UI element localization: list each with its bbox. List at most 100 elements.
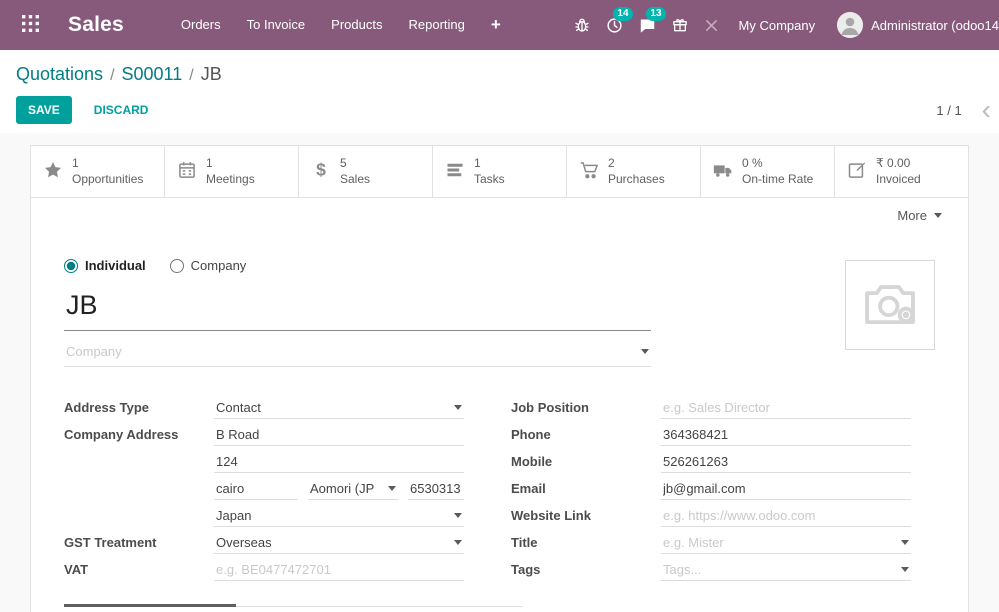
stat-label: Tasks: [474, 172, 505, 188]
avatar[interactable]: [837, 12, 863, 38]
state-value: Aomori (JP: [310, 481, 374, 496]
right-column: Job Position Phone Mobile Email: [511, 394, 911, 583]
odoo-window: Sales Orders To Invoice Products Reporti…: [0, 0, 999, 612]
apps-menu-button[interactable]: [12, 15, 48, 35]
stat-value: 1: [474, 156, 505, 172]
menu-products[interactable]: Products: [318, 0, 395, 50]
stat-value: 0 %: [742, 156, 813, 172]
app-menu: Orders To Invoice Products Reporting +: [168, 0, 514, 50]
radio-company-input[interactable]: [170, 259, 184, 273]
calendar-icon: [177, 160, 197, 183]
state-select[interactable]: Aomori (JP: [308, 478, 398, 500]
menu-to-invoice[interactable]: To Invoice: [234, 0, 319, 50]
stat-value: 1: [206, 156, 255, 172]
address-type-select[interactable]: Contact: [214, 397, 464, 419]
vat-input[interactable]: [214, 559, 464, 581]
phone-input[interactable]: [661, 424, 911, 446]
gift-button[interactable]: [664, 0, 696, 50]
menu-reporting[interactable]: Reporting: [395, 0, 477, 50]
job-position-input[interactable]: [661, 397, 911, 419]
field-label-mobile: Mobile: [511, 454, 661, 469]
field-label-title: Title: [511, 535, 661, 550]
gst-treatment-value: Overseas: [216, 535, 272, 550]
breadcrumb-record[interactable]: S00011: [122, 64, 183, 85]
company-select[interactable]: Company: [64, 339, 651, 367]
chevron-down-icon: [454, 540, 462, 545]
chevron-down-icon: [934, 213, 942, 218]
company-type-radios: Individual Company: [64, 258, 968, 273]
breadcrumb-quotations[interactable]: Quotations: [16, 64, 103, 85]
debug-bug-button[interactable]: [566, 0, 598, 50]
field-label-address-type: Address Type: [64, 400, 214, 415]
city-state-zip-row: Aomori (JP: [214, 478, 464, 500]
company-switcher[interactable]: My Company: [727, 18, 828, 33]
zip-input[interactable]: [408, 478, 464, 500]
stat-value: 2: [608, 156, 665, 172]
plus-menu-button[interactable]: +: [478, 0, 514, 50]
stat-label: Purchases: [608, 172, 665, 188]
x-tools-button[interactable]: [696, 0, 727, 50]
radio-individual-label: Individual: [85, 258, 146, 273]
stat-value: 1: [72, 156, 143, 172]
chevron-down-icon: [454, 405, 462, 410]
app-title[interactable]: Sales: [68, 13, 124, 37]
stat-button-on-time-rate[interactable]: 0 % On-time Rate: [701, 146, 835, 197]
activities-button[interactable]: 14: [598, 0, 631, 50]
star-icon: [43, 160, 63, 183]
messages-button[interactable]: 13: [631, 0, 664, 50]
discard-button[interactable]: DISCARD: [82, 96, 161, 124]
control-panel: SAVE DISCARD 1 / 1 ‹: [0, 85, 999, 138]
content-area: 1 Opportunities 1 Meetings: [0, 133, 999, 612]
city-input[interactable]: [214, 478, 298, 500]
grid-icon: [22, 15, 39, 35]
stat-button-meetings[interactable]: 1 Meetings: [165, 146, 299, 197]
stat-label: Meetings: [206, 172, 255, 188]
tags-placeholder: Tags...: [663, 562, 701, 577]
radio-company-label: Company: [191, 258, 247, 273]
mobile-input[interactable]: [661, 451, 911, 473]
field-label-gst-treatment: GST Treatment: [64, 535, 214, 550]
user-menu[interactable]: Administrator (odoo14: [871, 18, 999, 33]
radio-company[interactable]: Company: [170, 258, 247, 273]
stat-label: Invoiced: [876, 172, 921, 188]
camera-icon: [861, 275, 919, 336]
bug-icon: [574, 17, 590, 33]
stat-button-opportunities[interactable]: 1 Opportunities: [31, 146, 165, 197]
contact-name-input[interactable]: [64, 290, 651, 331]
menu-orders[interactable]: Orders: [168, 0, 234, 50]
stat-button-row: 1 Opportunities 1 Meetings: [31, 146, 968, 198]
country-select[interactable]: Japan: [214, 505, 464, 527]
website-input[interactable]: [661, 505, 911, 527]
stat-button-invoiced[interactable]: ₹ 0.00 Invoiced: [835, 146, 968, 197]
tags-select[interactable]: Tags...: [661, 559, 911, 581]
radio-individual-input[interactable]: [64, 259, 78, 273]
email-input[interactable]: [661, 478, 911, 500]
notebook-tabs-border: [236, 606, 522, 607]
chevron-down-icon: [901, 540, 909, 545]
street2-input[interactable]: [214, 451, 464, 473]
stat-button-purchases[interactable]: 2 Purchases: [567, 146, 701, 197]
stat-label: On-time Rate: [742, 172, 813, 188]
pager-previous-button[interactable]: ‹: [978, 100, 991, 120]
country-value: Japan: [216, 508, 251, 523]
radio-individual[interactable]: Individual: [64, 258, 146, 273]
gst-treatment-select[interactable]: Overseas: [214, 532, 464, 554]
field-label-job-position: Job Position: [511, 400, 661, 415]
pager-value: 1 / 1: [936, 103, 961, 118]
title-placeholder: e.g. Mister: [663, 535, 724, 550]
stat-button-tasks[interactable]: 1 Tasks: [433, 146, 567, 197]
notebook-active-tab-underline[interactable]: [64, 604, 236, 607]
more-button[interactable]: More: [897, 208, 942, 223]
breadcrumb-current: JB: [201, 64, 222, 85]
more-label: More: [897, 208, 927, 223]
save-button[interactable]: SAVE: [16, 96, 72, 124]
stat-value: 5: [340, 156, 370, 172]
stat-button-sales[interactable]: $ 5 Sales: [299, 146, 433, 197]
title-select[interactable]: e.g. Mister: [661, 532, 911, 554]
form-fields: Address Type Contact Company Address: [64, 394, 935, 583]
street-input[interactable]: [214, 424, 464, 446]
contact-image-upload[interactable]: [845, 260, 935, 350]
cart-icon: [579, 160, 599, 183]
breadcrumb-separator: /: [110, 67, 114, 85]
field-label-vat: VAT: [64, 562, 214, 577]
